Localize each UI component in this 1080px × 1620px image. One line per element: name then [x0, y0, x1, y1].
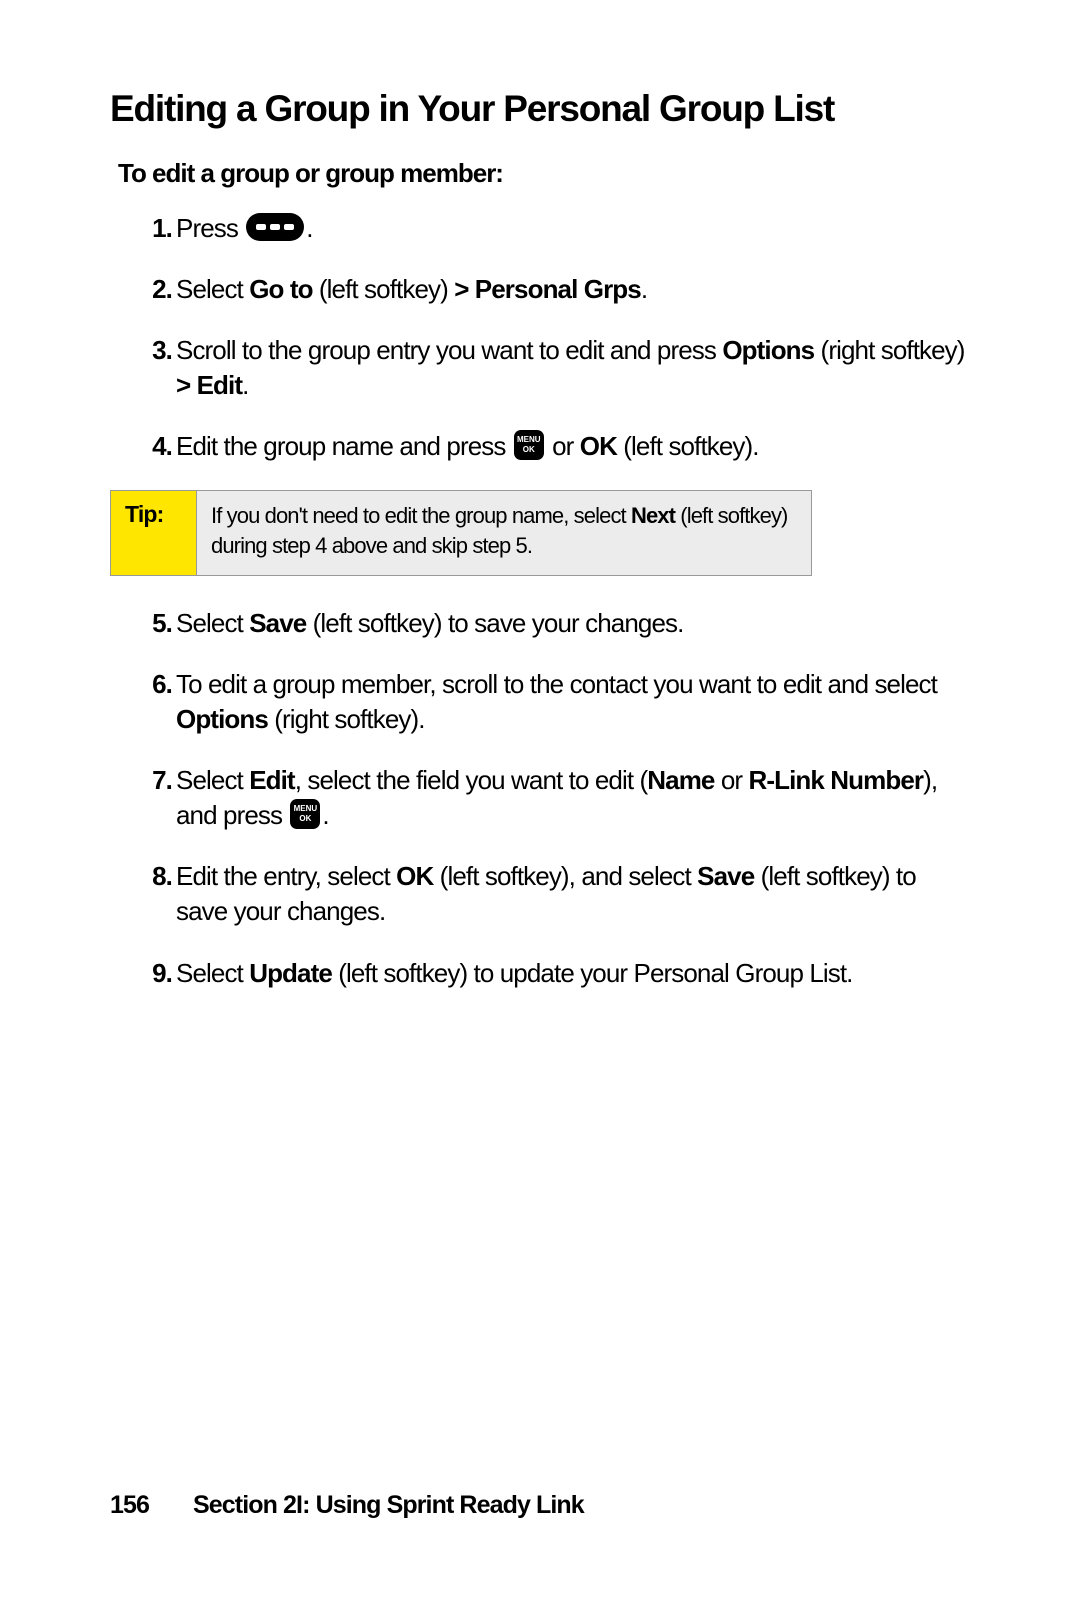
- step-number: 3.: [136, 333, 172, 368]
- step-5: 5. Select Save (left softkey) to save yo…: [176, 606, 970, 641]
- step-text: (right softkey).: [268, 704, 425, 734]
- step-bold: Update: [249, 958, 332, 988]
- step-text: , select the field you want to edit (: [295, 765, 648, 795]
- step-bold: Save: [249, 608, 306, 638]
- step-text: (left softkey) to save your changes.: [306, 608, 683, 638]
- step-number: 4.: [136, 429, 172, 464]
- step-number: 9.: [136, 956, 172, 991]
- step-text: (left softkey), and select: [433, 861, 697, 891]
- page-heading: Editing a Group in Your Personal Group L…: [110, 88, 970, 130]
- step-6: 6. To edit a group member, scroll to the…: [176, 667, 970, 737]
- step-3: 3. Scroll to the group entry you want to…: [176, 333, 970, 403]
- step-text: Press: [176, 213, 244, 243]
- manual-page: Editing a Group in Your Personal Group L…: [0, 0, 1080, 1620]
- step-text: Select: [176, 608, 249, 638]
- page-number: 156: [110, 1491, 149, 1519]
- tip-text: If you don't need to edit the group name…: [211, 503, 631, 528]
- step-number: 2.: [136, 272, 172, 307]
- menu-ok-key-icon: MENUOK: [290, 799, 320, 829]
- step-text: (left softkey).: [617, 431, 759, 461]
- dash-key-icon: [246, 213, 304, 241]
- step-text: To edit a group member, scroll to the co…: [176, 669, 937, 699]
- step-bold: R-Link Number: [748, 765, 923, 795]
- step-text: or: [546, 431, 580, 461]
- step-bold: OK: [396, 861, 433, 891]
- step-number: 5.: [136, 606, 172, 641]
- step-text: (left softkey): [313, 274, 455, 304]
- step-text: Scroll to the group entry you want to ed…: [176, 335, 722, 365]
- step-bold: > Edit: [176, 370, 242, 400]
- step-text: Select: [176, 958, 249, 988]
- step-number: 7.: [136, 763, 172, 798]
- step-bold: Options: [176, 704, 268, 734]
- step-text: (right softkey): [814, 335, 964, 365]
- step-bold: Edit: [249, 765, 295, 795]
- step-text: .: [641, 274, 647, 304]
- step-bold: > Personal Grps: [454, 274, 641, 304]
- step-text: .: [242, 370, 248, 400]
- step-number: 6.: [136, 667, 172, 702]
- subheading: To edit a group or group member:: [118, 158, 970, 189]
- step-bold: Go to: [249, 274, 312, 304]
- step-bold: OK: [580, 431, 617, 461]
- step-text: Select: [176, 765, 249, 795]
- step-bold: Name: [647, 765, 714, 795]
- page-footer: 156 Section 2I: Using Sprint Ready Link: [110, 1491, 584, 1520]
- step-8: 8. Edit the entry, select OK (left softk…: [176, 859, 970, 929]
- step-list: 1. Press . 2. Select Go to (left softkey…: [110, 211, 970, 464]
- tip-body: If you don't need to edit the group name…: [197, 491, 811, 574]
- step-text: (left softkey) to update your Personal G…: [332, 958, 853, 988]
- step-text: Edit the group name and press: [176, 431, 512, 461]
- step-number: 1.: [136, 211, 172, 246]
- step-9: 9. Select Update (left softkey) to updat…: [176, 956, 970, 991]
- step-7: 7. Select Edit, select the field you wan…: [176, 763, 970, 833]
- tip-box: Tip: If you don't need to edit the group…: [110, 490, 812, 575]
- step-2: 2. Select Go to (left softkey) > Persona…: [176, 272, 970, 307]
- step-bold: Save: [697, 861, 754, 891]
- step-text: or: [715, 765, 749, 795]
- step-list-continued: 5. Select Save (left softkey) to save yo…: [110, 606, 970, 991]
- tip-label: Tip:: [111, 491, 197, 574]
- step-text: Edit the entry, select: [176, 861, 396, 891]
- step-4: 4. Edit the group name and press MENUOK …: [176, 429, 970, 464]
- tip-bold: Next: [631, 503, 675, 528]
- step-bold: Options: [722, 335, 814, 365]
- step-text: .: [322, 800, 328, 830]
- section-title: Section 2I: Using Sprint Ready Link: [193, 1491, 584, 1519]
- step-text: Select: [176, 274, 249, 304]
- menu-ok-key-icon: MENUOK: [514, 430, 544, 460]
- step-text: .: [306, 213, 312, 243]
- step-1: 1. Press .: [176, 211, 970, 246]
- step-number: 8.: [136, 859, 172, 894]
